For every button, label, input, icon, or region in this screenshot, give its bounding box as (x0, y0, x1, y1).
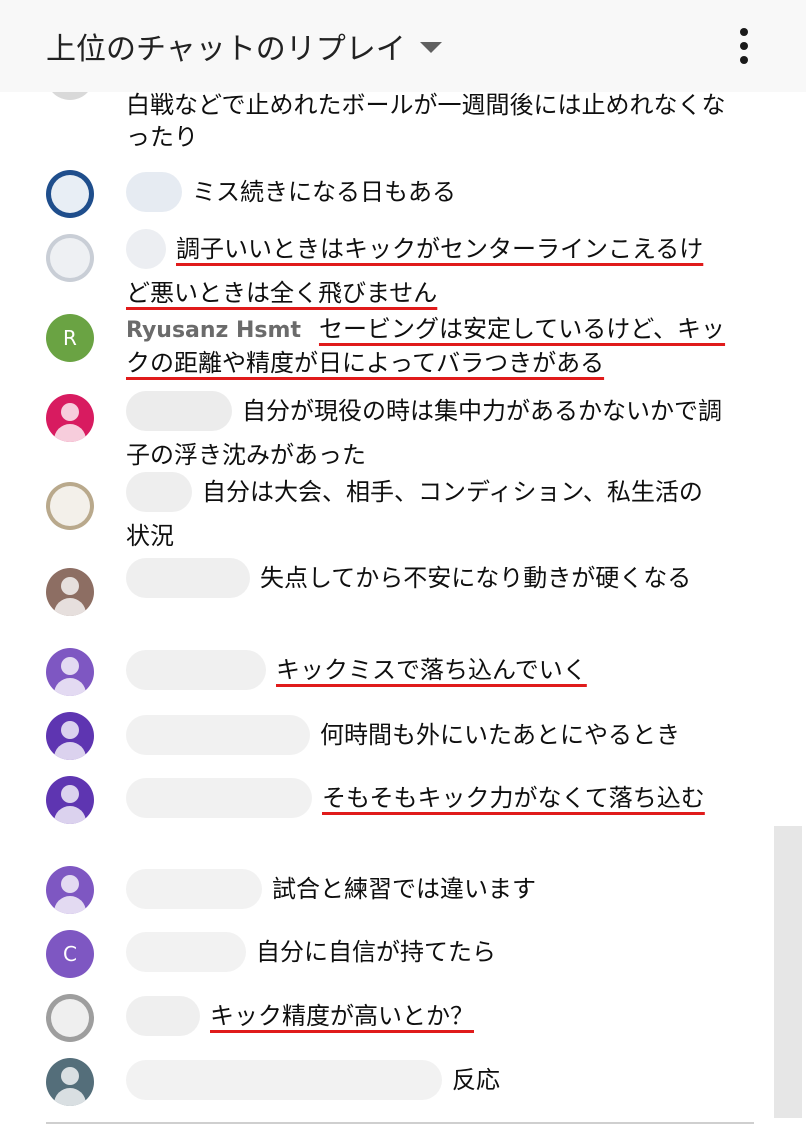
avatar (46, 994, 94, 1042)
author-name[interactable]: Ryusanz Hsmt (126, 318, 301, 343)
author-name-redacted (126, 229, 166, 277)
message-text: 失点してから不安になり動きが硬くなる (260, 564, 692, 592)
avatar-letter: C (63, 942, 77, 966)
scrollbar[interactable] (774, 826, 802, 1118)
message-text: そもそもキック力がなくて落ち込む (322, 784, 705, 812)
message-text: 試合と練習では違います (272, 875, 536, 903)
author-name-redacted (126, 391, 232, 439)
avatar (46, 1058, 94, 1106)
avatar (46, 568, 94, 616)
divider (46, 1122, 754, 1124)
avatar: C (46, 930, 94, 978)
header-title: 上位のチャットのリプレイ (46, 32, 406, 67)
author-name-redacted (126, 650, 266, 698)
message-text: ミス続きになる日もある (192, 178, 456, 206)
message-text: キックミスで落ち込んでいく (276, 656, 587, 684)
author-name-redacted (126, 172, 182, 220)
author-name-redacted (126, 932, 246, 980)
author-name-redacted (126, 472, 192, 520)
triangle-down-icon (419, 42, 442, 53)
chat-mode-dropdown[interactable]: 上位のチャットのリプレイ (46, 24, 442, 68)
avatar (46, 648, 94, 696)
avatar (46, 866, 94, 914)
avatar: R (46, 314, 94, 362)
avatar-letter: R (63, 326, 77, 350)
avatar (46, 394, 94, 442)
message-text: 調子いいときはキックがセンターラインこえるけど悪いときは全く飛びません (126, 235, 704, 307)
message-text: 自分に自信が持てたら (256, 938, 496, 966)
avatar (46, 234, 94, 282)
message-text: 反応 (452, 1066, 500, 1094)
author-name-redacted (126, 558, 250, 606)
chat-message-list[interactable]: 白戦などで止めれたボールが一週間後には止めれなくなったり ミス続きになる日もある… (0, 92, 806, 1128)
message-text: キック精度が高いとか？ (210, 1002, 474, 1030)
chat-header: 上位のチャットのリプレイ (0, 0, 806, 92)
message-text: 自分は大会、相手、コンディション、私生活の状況 (126, 478, 703, 550)
author-name-redacted (126, 1060, 442, 1108)
author-name-redacted (126, 715, 310, 763)
avatar (46, 712, 94, 760)
avatar (46, 776, 94, 824)
avatar (46, 92, 94, 100)
author-name-redacted (126, 869, 262, 917)
message-text: 何時間も外にいたあとにやるとき (320, 721, 680, 749)
more-vert-icon[interactable] (730, 26, 760, 66)
author-name-redacted (126, 778, 312, 826)
avatar (46, 170, 94, 218)
message-text: 白戦などで止めれたボールが一週間後には止めれなくなったり (126, 92, 726, 151)
author-name-redacted (126, 996, 200, 1044)
avatar (46, 482, 94, 530)
